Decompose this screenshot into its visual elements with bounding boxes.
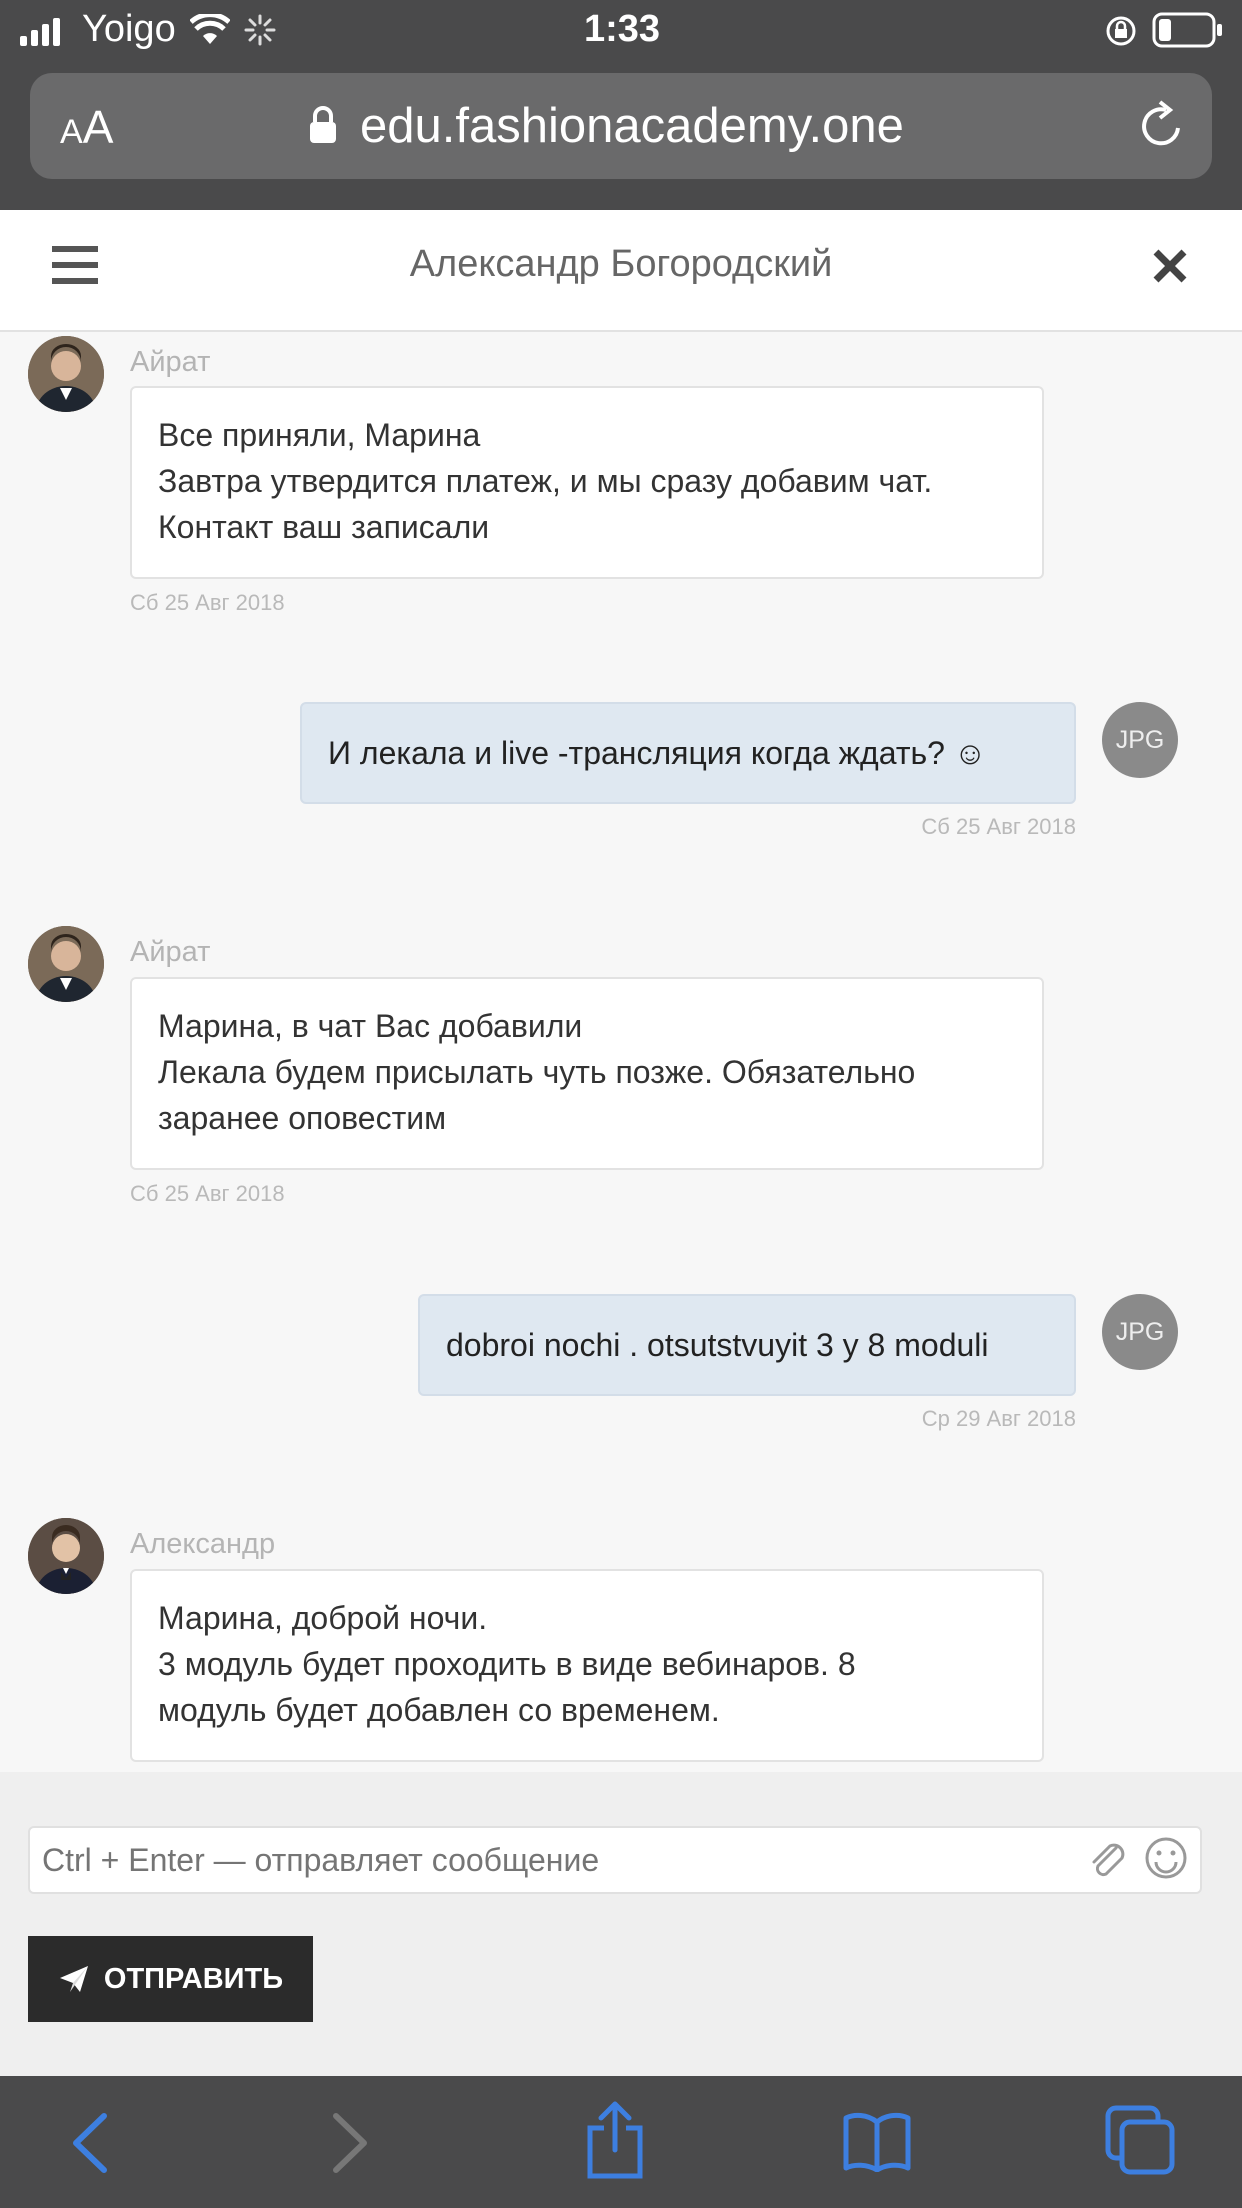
url-text: edu.fashionacademy.one bbox=[360, 99, 904, 153]
message-bubble: Все приняли, Марина Завтра утвердится пл… bbox=[130, 386, 1044, 579]
clock: 1:33 bbox=[584, 8, 661, 50]
message-line: Завтра утвердится платеж, и мы сразу доб… bbox=[158, 463, 933, 499]
message-sender: Александр bbox=[130, 1528, 276, 1560]
battery-icon bbox=[1152, 12, 1222, 48]
chat-title: Александр Богородский bbox=[409, 243, 833, 285]
send-button[interactable]: ОТПРАВИТЬ bbox=[28, 1936, 313, 2022]
carrier-label: Yoigo bbox=[82, 8, 176, 50]
paperclip-icon[interactable] bbox=[1086, 1838, 1130, 1882]
close-icon[interactable] bbox=[1152, 248, 1188, 284]
message-line: Марина, доброй ночи. bbox=[158, 1600, 488, 1636]
message-timestamp: Сб 25 Авг 2018 bbox=[130, 1181, 285, 1206]
message-line: Контакт ваш записали bbox=[158, 509, 490, 545]
lock-icon bbox=[310, 106, 336, 143]
message-line: Все приняли, Марина bbox=[158, 417, 481, 453]
message-line: Лекала будем присылать чуть позже. Обяза… bbox=[158, 1054, 916, 1090]
emoji-icon[interactable] bbox=[1144, 1836, 1188, 1880]
message-line: dobroi nochi . otsutstvuyit 3 y 8 moduli bbox=[446, 1327, 989, 1363]
message-sender: Айрат bbox=[130, 346, 211, 378]
message-line: И лекала и live -трансляция когда ждать?… bbox=[328, 735, 987, 771]
message-timestamp: Сб 25 Авг 2018 bbox=[921, 814, 1076, 839]
message-bubble: Марина, в чат Вас добавили Лекала будем … bbox=[130, 977, 1044, 1170]
reload-icon[interactable] bbox=[1136, 98, 1188, 154]
message-input[interactable] bbox=[28, 1826, 1202, 1894]
text-size-label: A bbox=[82, 101, 114, 153]
wifi-icon bbox=[190, 14, 230, 44]
message-timestamp: Ср 29 Авг 2018 bbox=[921, 1406, 1076, 1431]
message-line: 3 модуль будет проходить в виде вебинаро… bbox=[158, 1646, 856, 1682]
message-bubble: Марина, доброй ночи. 3 модуль будет прох… bbox=[130, 1569, 1044, 1762]
message-sender: Айрат bbox=[130, 936, 211, 968]
avatar[interactable]: JPG bbox=[1102, 702, 1178, 778]
bookmarks-icon[interactable] bbox=[842, 2112, 912, 2172]
paper-plane-icon bbox=[59, 1966, 88, 1992]
send-button-label: ОТПРАВИТЬ bbox=[103, 1962, 284, 1995]
forward-arrow-icon[interactable] bbox=[330, 2112, 370, 2174]
text-size-button[interactable]: AA bbox=[60, 100, 113, 154]
avatar[interactable] bbox=[28, 336, 104, 412]
back-arrow-icon[interactable] bbox=[70, 2112, 110, 2174]
message-line: Марина, в чат Вас добавили bbox=[158, 1008, 583, 1044]
share-icon[interactable] bbox=[584, 2100, 646, 2180]
message-bubble-outgoing: dobroi nochi . otsutstvuyit 3 y 8 moduli bbox=[418, 1294, 1076, 1396]
message-bubble-outgoing: И лекала и live -трансляция когда ждать?… bbox=[300, 702, 1076, 804]
avatar[interactable] bbox=[28, 926, 104, 1002]
avatar[interactable]: JPG bbox=[1102, 1294, 1178, 1370]
composer bbox=[0, 1772, 1242, 2076]
message-timestamp: Сб 25 Авг 2018 bbox=[130, 590, 285, 615]
avatar[interactable] bbox=[28, 1518, 104, 1594]
loading-spinner-icon bbox=[244, 14, 276, 46]
message-line: модуль будет добавлен со временем. bbox=[158, 1692, 720, 1728]
browser-chrome-top: Yoigo 1:33 AA edu.fashionacademy.one bbox=[0, 0, 1242, 210]
signal-icon bbox=[20, 18, 60, 46]
rotation-lock-icon bbox=[1106, 16, 1136, 46]
message-line: заранее оповестим bbox=[158, 1100, 447, 1136]
tabs-icon[interactable] bbox=[1104, 2104, 1176, 2176]
